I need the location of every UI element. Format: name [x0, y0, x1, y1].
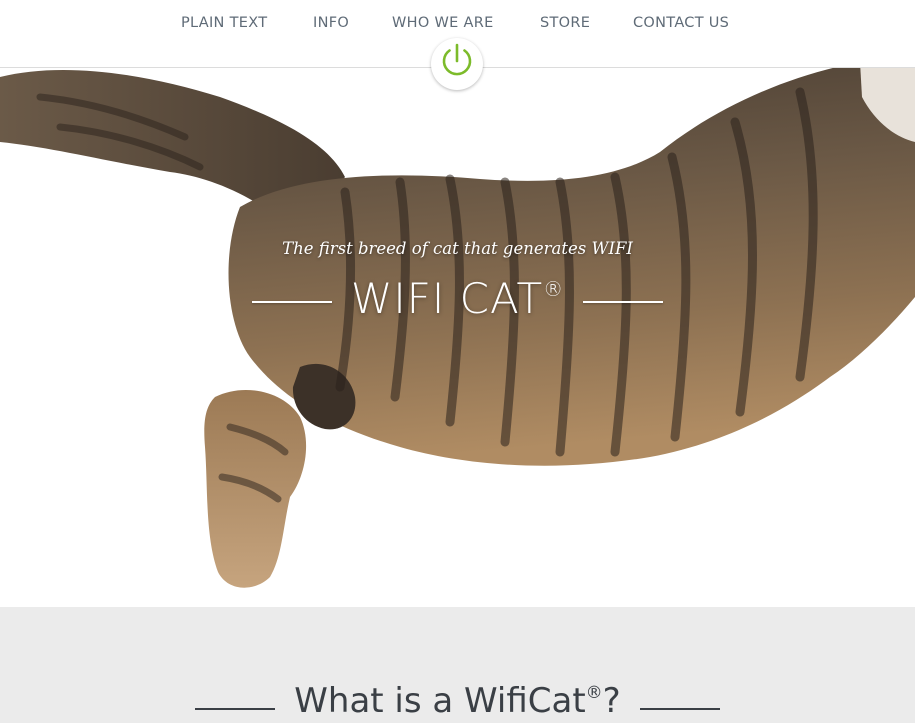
- hero-tagline: The first breed of cat that generates WI…: [282, 239, 633, 258]
- section-title-text: What is a WifiCat: [294, 681, 586, 721]
- hero-banner: The first breed of cat that generates WI…: [0, 67, 915, 607]
- nav-link-plain-text[interactable]: PLAIN TEXT: [181, 15, 267, 31]
- section-title-suffix: ?: [602, 681, 621, 721]
- hero-title-text: WIFI CAT: [350, 274, 544, 323]
- section-title: What is a WifiCat®?: [0, 681, 915, 721]
- hero-rule-right: [583, 301, 663, 303]
- registered-mark: ®: [585, 683, 603, 703]
- nav-link-info[interactable]: INFO: [313, 15, 349, 31]
- registered-mark: ®: [543, 277, 565, 301]
- section-rule-right: [640, 708, 720, 710]
- nav-link-contact-us[interactable]: CONTACT US: [633, 15, 729, 31]
- cat-photo: [0, 67, 915, 588]
- what-is-section: What is a WifiCat®?: [0, 607, 915, 723]
- nav-link-who-we-are[interactable]: WHO WE ARE: [392, 15, 494, 31]
- power-button[interactable]: [431, 38, 483, 90]
- hero-title: WIFI CAT®: [0, 274, 915, 323]
- nav-link-store[interactable]: STORE: [540, 15, 590, 31]
- power-icon: [442, 43, 472, 76]
- hero-title-row: WIFI CAT®: [0, 274, 915, 330]
- nav-menu: PLAIN TEXT INFO WHO WE ARE STORE CONTACT…: [0, 15, 915, 35]
